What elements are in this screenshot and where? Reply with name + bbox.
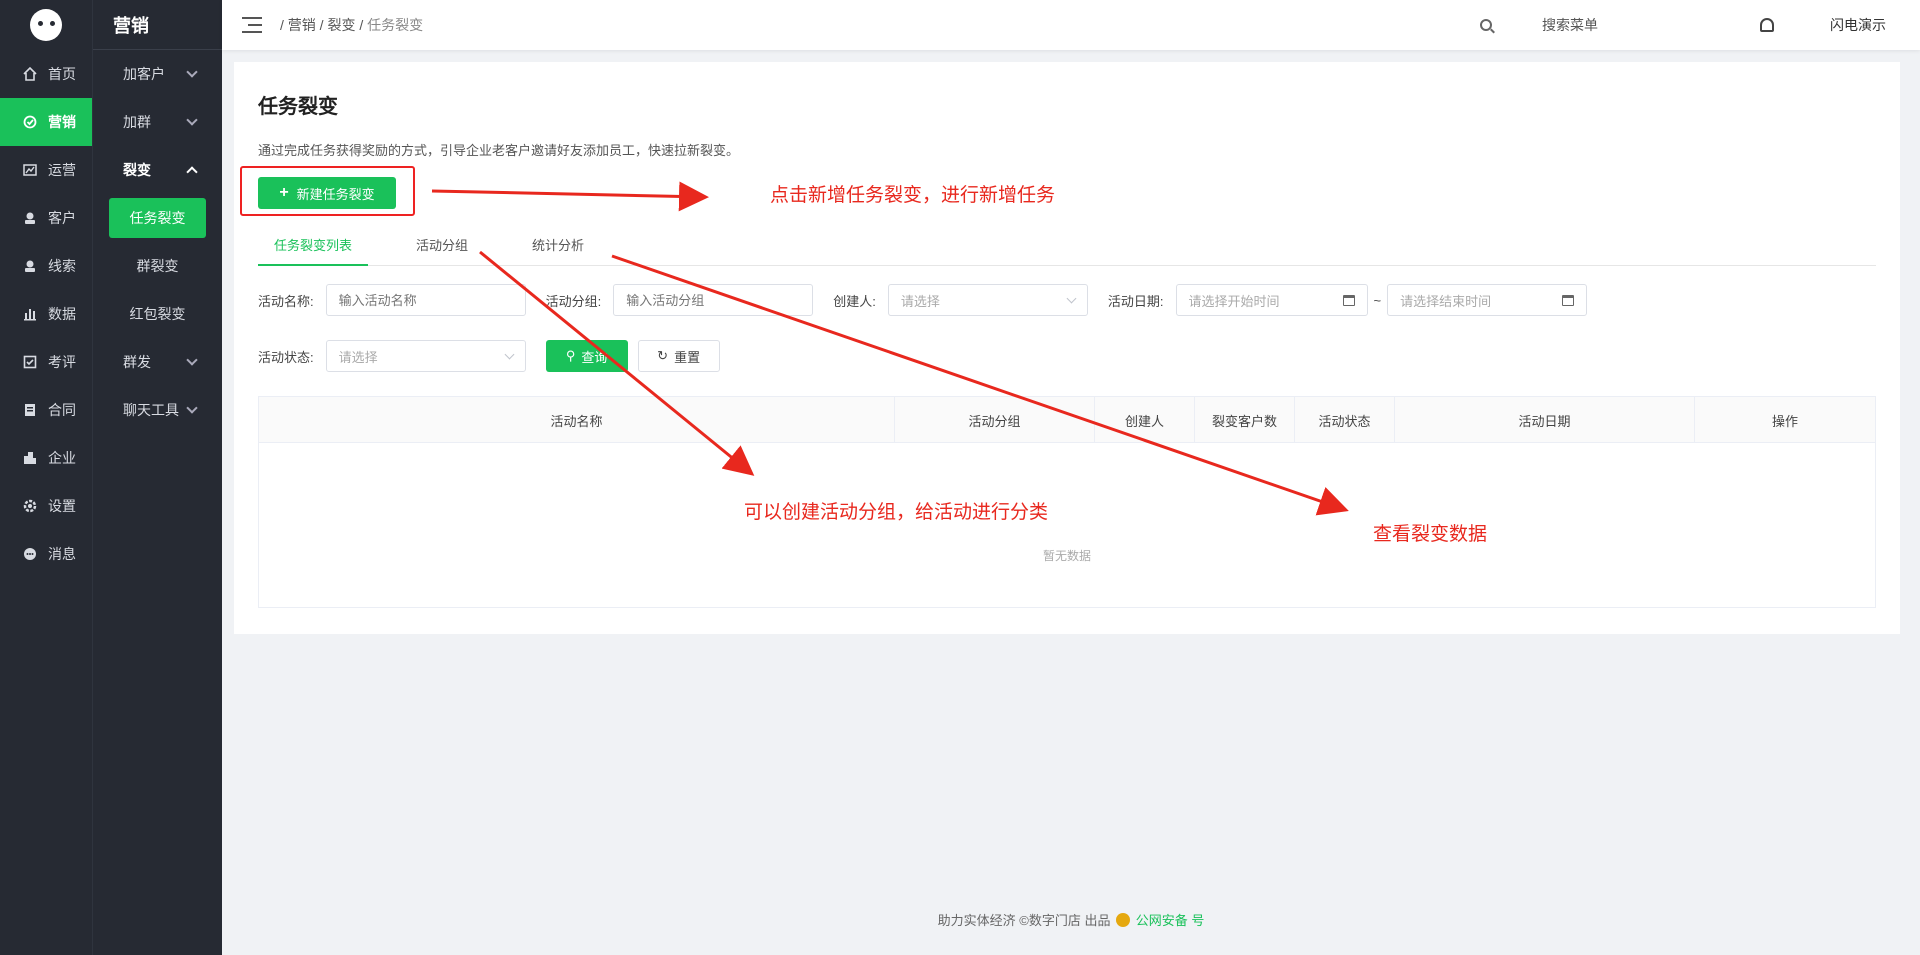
footer-text: 助力实体经济 ©数字门店 出品: [937, 913, 1111, 928]
police-record-link[interactable]: 公网安备 号: [1136, 913, 1205, 928]
arrow-to-group: [479, 250, 755, 476]
arrow-to-new-task: [431, 181, 709, 212]
footer: 助力实体经济 ©数字门店 出品 公网安备 号: [222, 910, 1920, 929]
annotation-arrows: [431, 181, 1349, 516]
police-emblem-icon: [1116, 913, 1131, 927]
arrow-to-stats: [611, 254, 1349, 516]
